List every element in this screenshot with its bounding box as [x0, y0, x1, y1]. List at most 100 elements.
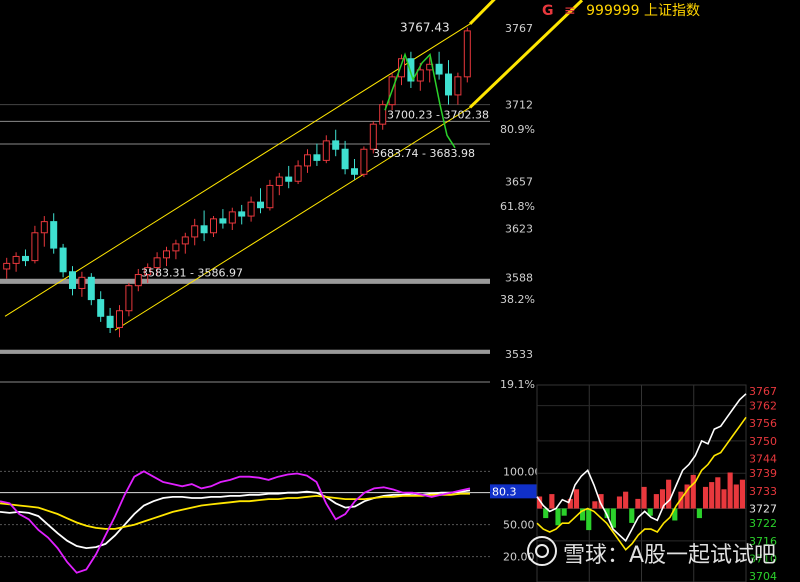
- candle-body: [78, 276, 86, 289]
- candle-body: [247, 201, 255, 217]
- volume-bar: [635, 498, 641, 509]
- gap-annotation: 3583.31 - 3586.97: [141, 266, 243, 279]
- candle-body: [125, 285, 133, 312]
- fib-level-label: 19.1%: [500, 378, 535, 391]
- candle-body: [12, 255, 20, 264]
- candle-body: [454, 76, 462, 96]
- volume-bar: [696, 508, 702, 519]
- y-tick-label: 3762: [749, 400, 777, 413]
- y-tick-label: 3588: [505, 271, 533, 284]
- volume-bar: [586, 508, 592, 531]
- high-annotation: 3767.43: [400, 21, 450, 35]
- volume-bar: [715, 477, 721, 509]
- volume-bar: [733, 484, 739, 509]
- fib-level-label: 38.2%: [500, 293, 535, 306]
- menu-icon[interactable]: ≡: [564, 3, 576, 19]
- gap-band: [0, 349, 490, 354]
- volume-bar: [616, 496, 623, 509]
- candle-body: [59, 247, 67, 273]
- fib-level-label: 80.9%: [500, 123, 535, 136]
- candle-body: [181, 236, 189, 245]
- volume-bar: [641, 486, 647, 509]
- xueqiu-logo-icon: [527, 536, 557, 566]
- candle-body: [435, 63, 443, 75]
- candle-body: [3, 262, 11, 270]
- volume-bar: [727, 472, 733, 509]
- index-name: 上证指数: [644, 3, 701, 19]
- candle-body: [322, 140, 330, 161]
- y-tick-label: 3722: [749, 517, 777, 530]
- candle-body: [31, 232, 39, 262]
- chart-title-bar: G ≡ 999999 上证指数: [542, 0, 700, 20]
- candle-body: [360, 148, 368, 175]
- volume-bar: [702, 486, 709, 509]
- volume-bar: [653, 494, 659, 509]
- y-tick-label: 3756: [749, 417, 777, 430]
- candle-body: [22, 255, 29, 262]
- candle-body: [369, 123, 377, 150]
- candle-body: [106, 315, 114, 328]
- volume-bar: [739, 479, 745, 509]
- fib-level-label: 61.8%: [500, 200, 535, 213]
- y-tick-label: 3750: [749, 435, 777, 448]
- candle-body: [200, 225, 208, 234]
- candle-body: [163, 250, 170, 259]
- y-tick-label: 3533: [505, 348, 533, 361]
- index-code: 999999: [586, 3, 640, 19]
- volume-bar: [666, 479, 672, 509]
- candle-body: [219, 218, 227, 224]
- volume-bar: [573, 489, 580, 509]
- candle-body: [266, 184, 274, 209]
- candle-body: [445, 73, 452, 96]
- y-tick-label: 3739: [749, 467, 777, 480]
- candle-body: [304, 154, 311, 167]
- current-value-label: 80.3: [492, 485, 517, 498]
- candle-body: [351, 168, 358, 175]
- volume-bar: [555, 508, 561, 526]
- candle-body: [69, 271, 76, 289]
- y-tick-label: 50.00: [503, 519, 535, 532]
- candle-body: [210, 218, 217, 234]
- candle-body: [50, 221, 58, 249]
- y-tick-label: 3767: [505, 22, 533, 35]
- candle-body: [116, 310, 123, 328]
- chart-canvas: 3767 3712 3657 3623 3588 3533 80.9% 61.8% 38.2% 1…: [0, 0, 800, 582]
- volume-bar: [561, 508, 567, 516]
- y-tick-label: 3744: [749, 453, 777, 466]
- candle-body: [341, 148, 349, 170]
- candle-body: [294, 165, 302, 182]
- candle-body: [379, 104, 387, 125]
- candle-body: [313, 154, 321, 161]
- y-tick-label: 3704: [749, 570, 777, 582]
- candle-body: [97, 299, 105, 317]
- y-tick-label: 3657: [505, 175, 533, 188]
- y-tick-label: 100.00: [503, 465, 542, 478]
- y-tick-label: 3727: [749, 502, 777, 515]
- y-tick-label: 3767: [749, 385, 777, 398]
- candle-body: [238, 211, 246, 217]
- gap-annotation: 3683.74 - 3683.98: [373, 147, 475, 160]
- volume-bar: [592, 501, 598, 509]
- candle-body: [285, 176, 293, 182]
- candle-body: [398, 58, 405, 78]
- volume-bar: [690, 474, 696, 509]
- y-tick-label: 3623: [505, 223, 533, 236]
- candle-body: [191, 225, 199, 238]
- candle-body: [228, 211, 236, 224]
- candle-body: [40, 221, 48, 234]
- flag-icon[interactable]: G: [542, 3, 554, 19]
- y-tick-label: 3733: [749, 485, 777, 498]
- candle-body: [257, 201, 264, 209]
- watermark: 雪球：A股一起试试吧: [527, 536, 776, 569]
- watermark-text: 雪球：A股一起试试吧: [563, 543, 777, 568]
- volume-bar: [709, 482, 715, 509]
- y-tick-label: 3712: [505, 99, 533, 112]
- volume-bar: [623, 491, 629, 509]
- volume-bar: [721, 489, 727, 509]
- candle-body: [463, 30, 471, 78]
- candle-body: [172, 243, 180, 252]
- candle-body: [275, 176, 283, 186]
- gap-annotation: 3700.23 - 3702.38: [387, 108, 489, 121]
- candle-body: [332, 140, 340, 150]
- volume-bar: [549, 494, 555, 509]
